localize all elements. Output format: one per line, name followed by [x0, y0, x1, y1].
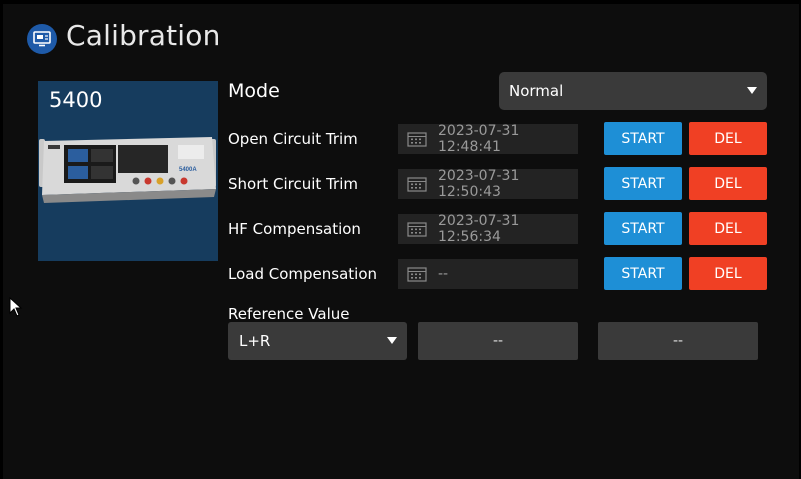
load-compensation-label: Load Compensation: [228, 265, 378, 283]
mouse-pointer-icon: [9, 297, 23, 317]
short-circuit-trim-start-button[interactable]: START: [604, 167, 682, 200]
reference-type-select[interactable]: L+R: [228, 322, 407, 360]
hf-compensation-date: 2023-07-31 12:56:34: [398, 213, 578, 245]
open-circuit-trim-del-button[interactable]: DEL: [689, 122, 767, 155]
mode-select[interactable]: Normal: [499, 72, 767, 110]
mode-selected-value: Normal: [509, 82, 564, 100]
reference-value-2: --: [672, 333, 684, 349]
chevron-down-icon: [747, 87, 757, 94]
load-compensation-date: --: [398, 259, 578, 289]
device-front-label: 5400A: [179, 167, 197, 173]
timestamp-text: 2023-07-31 12:56:34: [438, 213, 520, 245]
calendar-icon: [407, 177, 427, 192]
hf-compensation-start-button[interactable]: START: [604, 212, 682, 245]
calendar-icon: [407, 132, 427, 147]
calendar-icon: [407, 267, 427, 282]
reference-value-1-field[interactable]: --: [418, 322, 578, 360]
timestamp-text: 2023-07-31 12:50:43: [438, 168, 520, 200]
device-image: 5400A: [39, 137, 216, 203]
calendar-icon: [407, 222, 427, 237]
calibration-screen: Calibration 5400 5400A Mode Normal Open …: [0, 0, 801, 479]
short-circuit-trim-date: 2023-07-31 12:50:43: [398, 168, 578, 200]
load-compensation-start-button[interactable]: START: [604, 257, 682, 290]
page-title: Calibration: [66, 19, 221, 52]
calibration-icon: [27, 24, 57, 54]
short-circuit-trim-label: Short Circuit Trim: [228, 175, 358, 193]
timestamp-text: 2023-07-31 12:48:41: [438, 123, 520, 155]
open-circuit-trim-date: 2023-07-31 12:48:41: [398, 123, 578, 155]
open-circuit-trim-label: Open Circuit Trim: [228, 130, 358, 148]
device-model: 5400: [49, 88, 103, 112]
reference-value-1: --: [492, 333, 504, 349]
mode-label: Mode: [228, 80, 280, 102]
reference-value-2-field[interactable]: --: [598, 322, 758, 360]
load-compensation-del-button[interactable]: DEL: [689, 257, 767, 290]
open-circuit-trim-start-button[interactable]: START: [604, 122, 682, 155]
hf-compensation-label: HF Compensation: [228, 220, 361, 238]
device-panel: 5400 5400A: [38, 81, 218, 261]
reference-type-value: L+R: [239, 332, 271, 350]
hf-compensation-del-button[interactable]: DEL: [689, 212, 767, 245]
chevron-down-icon: [387, 337, 397, 344]
short-circuit-trim-del-button[interactable]: DEL: [689, 167, 767, 200]
reference-value-label: Reference Value: [228, 305, 350, 323]
timestamp-text: --: [438, 266, 449, 282]
